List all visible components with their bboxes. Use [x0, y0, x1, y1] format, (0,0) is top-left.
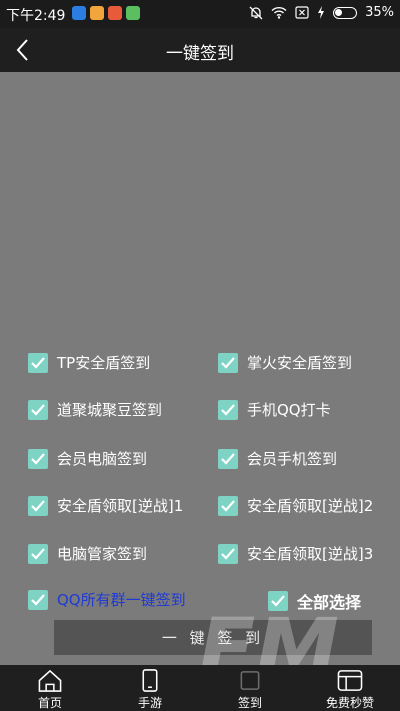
nav-label: 手游	[137, 696, 162, 710]
one-click-signin-button[interactable]: 一 键 签 到	[54, 620, 372, 655]
checkbox-checked[interactable]	[268, 591, 288, 611]
status-time: 下午2:49	[6, 8, 66, 24]
nav-label: 首页	[37, 696, 62, 710]
browser-icon	[337, 670, 363, 691]
option-shield-nizhan-1[interactable]: 安全盾领取[逆战]1	[28, 495, 183, 516]
option-label: 电脑管家签到	[57, 545, 148, 563]
nav-label: 免费秒赞	[325, 696, 374, 710]
check-icon	[271, 595, 285, 607]
select-all-checkbox[interactable]: 全部选择	[268, 589, 361, 613]
checkbox-checked[interactable]	[28, 352, 48, 373]
page-title: 一键签到	[166, 44, 234, 64]
option-label: 安全盾领取[逆战]1	[57, 497, 184, 515]
check-icon	[31, 403, 45, 416]
option-tp-shield-signin[interactable]: TP安全盾签到	[28, 352, 150, 373]
check-icon	[221, 452, 235, 465]
app-notification-icon	[108, 6, 122, 20]
checkbox-checked[interactable]	[28, 448, 48, 469]
check-icon	[31, 593, 45, 606]
option-label: 会员电脑签到	[57, 450, 148, 468]
check-icon	[31, 452, 45, 465]
check-icon	[221, 356, 235, 369]
checkbox-checked[interactable]	[218, 448, 238, 469]
option-label: 会员手机签到	[247, 450, 338, 468]
phone-icon	[142, 669, 158, 692]
option-label: 手机QQ打卡	[247, 401, 331, 419]
app-notification-icon	[90, 6, 104, 20]
app-header: 一键签到	[0, 28, 400, 72]
option-pc-manager-signin[interactable]: 电脑管家签到	[28, 543, 147, 564]
bell-off-icon	[249, 6, 263, 19]
check-icon	[31, 499, 45, 512]
option-label: 安全盾领取[逆战]2	[247, 497, 374, 515]
status-right: 35%	[249, 5, 394, 20]
option-label: 安全盾领取[逆战]3	[247, 545, 374, 563]
home-icon	[38, 669, 62, 692]
battery-icon	[333, 6, 358, 19]
check-icon	[221, 547, 235, 560]
check-icon	[221, 403, 235, 416]
app-notification-icon	[72, 6, 86, 20]
checkbox-checked[interactable]	[218, 399, 238, 420]
check-icon	[31, 547, 45, 560]
option-qq-groups-signin[interactable]: QQ所有群一键签到	[28, 589, 186, 610]
bottom-nav: 首页 手游 签到 免费秒赞	[0, 665, 400, 711]
nav-home[interactable]: 首页	[0, 665, 100, 711]
status-bar: 下午2:49 35%	[0, 0, 400, 28]
option-daojucheng-signin[interactable]: 道聚城聚豆签到	[28, 399, 162, 420]
check-icon	[221, 499, 235, 512]
nav-mobile-games[interactable]: 手游	[100, 665, 200, 711]
checkbox-checked[interactable]	[28, 399, 48, 420]
option-label: 道聚城聚豆签到	[57, 401, 163, 419]
option-shield-nizhan-2[interactable]: 安全盾领取[逆战]2	[218, 495, 373, 516]
status-app-icons	[72, 6, 140, 20]
wifi-icon	[271, 6, 287, 19]
checkbox-checked[interactable]	[218, 352, 238, 373]
battery-level: 35%	[365, 5, 394, 20]
checkbox-checked[interactable]	[28, 543, 48, 564]
checkbox-checked[interactable]	[28, 495, 48, 516]
checkbox-checked[interactable]	[218, 543, 238, 564]
nav-label: 签到	[237, 696, 262, 710]
option-mobile-qq-checkin[interactable]: 手机QQ打卡	[218, 399, 331, 420]
option-vip-mobile-signin[interactable]: 会员手机签到	[218, 448, 337, 469]
nav-free-likes[interactable]: 免费秒赞	[300, 665, 400, 711]
option-label: TP安全盾签到	[57, 354, 151, 372]
option-label: QQ所有群一键签到	[57, 591, 186, 609]
option-shield-nizhan-3[interactable]: 安全盾领取[逆战]3	[218, 543, 373, 564]
charging-icon	[318, 6, 325, 19]
signin-icon	[240, 671, 260, 690]
app-notification-icon	[126, 6, 140, 20]
nav-signin[interactable]: 签到	[200, 665, 300, 711]
option-zhanghuo-shield-signin[interactable]: 掌火安全盾签到	[218, 352, 352, 373]
checkbox-checked[interactable]	[28, 589, 48, 610]
option-vip-pc-signin[interactable]: 会员电脑签到	[28, 448, 147, 469]
sim-x-icon	[295, 6, 309, 19]
check-icon	[31, 356, 45, 369]
select-all-label: 全部选择	[297, 593, 362, 612]
option-label: 掌火安全盾签到	[247, 354, 353, 372]
checkbox-checked[interactable]	[218, 495, 238, 516]
